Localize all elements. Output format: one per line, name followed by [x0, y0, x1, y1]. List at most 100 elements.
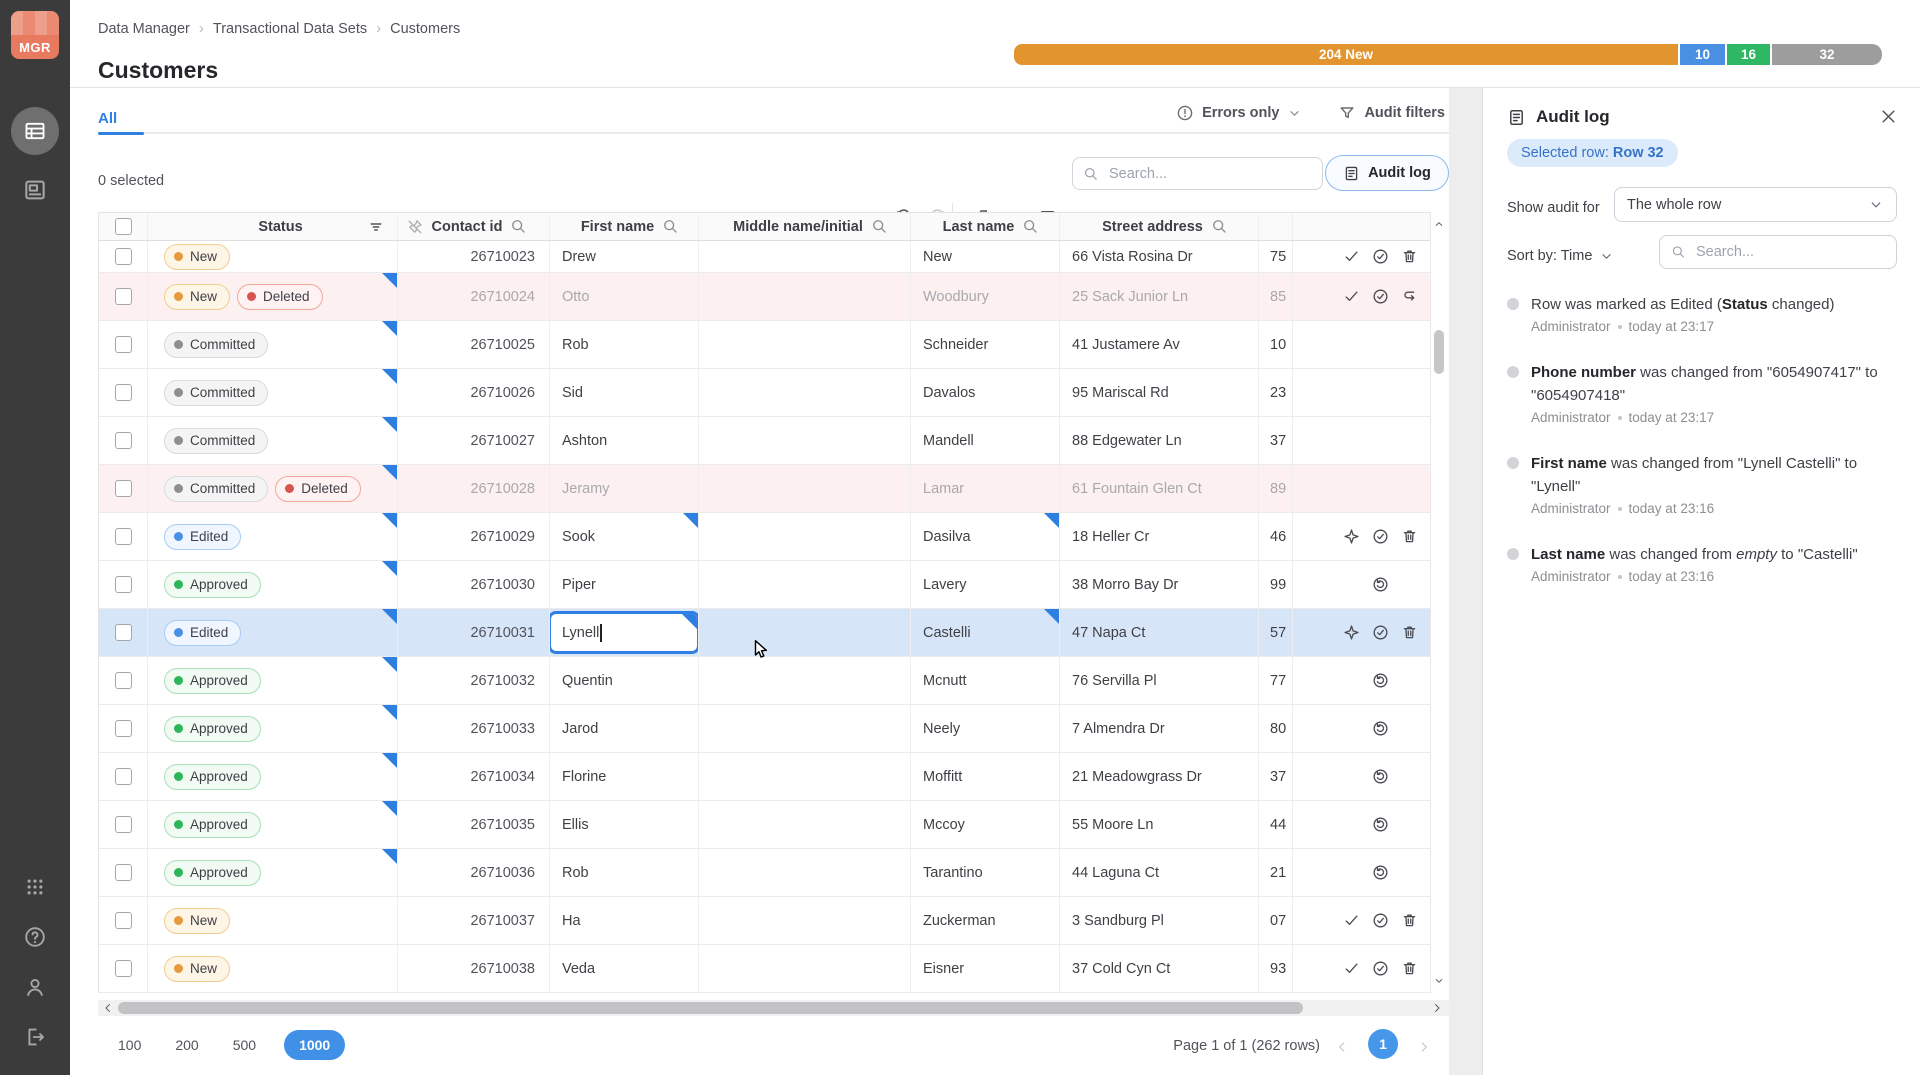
middle-name-cell[interactable]: [699, 945, 911, 992]
row-checkbox-cell[interactable]: [99, 897, 148, 944]
last-name-cell[interactable]: Schneider: [911, 321, 1060, 368]
search-icon[interactable]: [510, 218, 527, 235]
zip-cell[interactable]: 85: [1259, 273, 1293, 320]
table-row[interactable]: Edited26710031LynellCastelli47 Napa Ct57: [99, 609, 1430, 657]
row-checkbox-cell[interactable]: [99, 241, 148, 272]
cell-edit-box[interactable]: Lynell: [550, 611, 699, 654]
status-cell[interactable]: Committed: [148, 417, 398, 464]
column-header-last_name[interactable]: Last name: [911, 213, 1060, 240]
contact-id-cell[interactable]: 26710024: [398, 273, 550, 320]
contact-id-cell[interactable]: 26710032: [398, 657, 550, 704]
status-cell[interactable]: New: [148, 945, 398, 992]
contact-id-cell[interactable]: 26710033: [398, 705, 550, 752]
contact-id-cell[interactable]: 26710027: [398, 417, 550, 464]
page-size-option-1000[interactable]: 1000: [284, 1030, 345, 1060]
middle-name-cell[interactable]: [699, 897, 911, 944]
last-name-cell[interactable]: Moffitt: [911, 753, 1060, 800]
street-address-cell[interactable]: 38 Morro Bay Dr: [1060, 561, 1259, 608]
trash-action-icon[interactable]: [1401, 624, 1418, 641]
column-header-contact_id[interactable]: Contact id: [398, 213, 550, 240]
table-row[interactable]: NewDeleted26710024OttoWoodbury25 Sack Ju…: [99, 273, 1430, 321]
filter-lines-icon[interactable]: [367, 218, 385, 236]
zip-cell[interactable]: 77: [1259, 657, 1293, 704]
status-cell[interactable]: NewDeleted: [148, 273, 398, 320]
street-address-cell[interactable]: 18 Heller Cr: [1060, 513, 1259, 560]
row-checkbox-cell[interactable]: [99, 801, 148, 848]
middle-name-cell[interactable]: [699, 561, 911, 608]
status-cell[interactable]: New: [148, 897, 398, 944]
vertical-scrollbar[interactable]: [1430, 212, 1446, 993]
street-address-cell[interactable]: 47 Napa Ct: [1060, 609, 1259, 656]
zip-cell[interactable]: 57: [1259, 609, 1293, 656]
audit-filters-button[interactable]: Audit filters: [1338, 104, 1445, 122]
return-action-icon[interactable]: [1401, 288, 1418, 305]
first-name-cell[interactable]: Veda: [550, 945, 699, 992]
table-row[interactable]: Committed26710025RobSchneider41 Justamer…: [99, 321, 1430, 369]
scroll-down-icon[interactable]: [1433, 975, 1445, 987]
help-icon[interactable]: [23, 925, 47, 949]
contact-id-cell[interactable]: 26710028: [398, 465, 550, 512]
last-name-cell[interactable]: Davalos: [911, 369, 1060, 416]
breadcrumb-item[interactable]: Data Manager: [98, 21, 190, 37]
first-name-cell[interactable]: Sid: [550, 369, 699, 416]
first-name-cell[interactable]: Ashton: [550, 417, 699, 464]
middle-name-cell[interactable]: [699, 801, 911, 848]
table-row[interactable]: Edited26710029SookDasilva18 Heller Cr46: [99, 513, 1430, 561]
middle-name-cell[interactable]: [699, 369, 911, 416]
last-name-cell[interactable]: New: [911, 241, 1060, 272]
trash-action-icon[interactable]: [1401, 912, 1418, 929]
street-address-cell[interactable]: 66 Vista Rosina Dr: [1060, 241, 1259, 272]
status-cell[interactable]: CommittedDeleted: [148, 465, 398, 512]
street-address-cell[interactable]: 61 Fountain Glen Ct: [1060, 465, 1259, 512]
close-icon[interactable]: [1879, 107, 1898, 126]
table-row[interactable]: Approved26710033JarodNeely7 Almendra Dr8…: [99, 705, 1430, 753]
table-row[interactable]: Approved26710032QuentinMcnutt76 Servilla…: [99, 657, 1430, 705]
contact-id-cell[interactable]: 26710030: [398, 561, 550, 608]
middle-name-cell[interactable]: [699, 241, 911, 272]
contact-id-cell[interactable]: 26710036: [398, 849, 550, 896]
audit-search[interactable]: [1659, 235, 1897, 269]
last-name-cell[interactable]: Zuckerman: [911, 897, 1060, 944]
first-name-cell[interactable]: Jeramy: [550, 465, 699, 512]
first-name-cell[interactable]: Rob: [550, 321, 699, 368]
page-size-option-200[interactable]: 200: [169, 1030, 204, 1060]
middle-name-cell[interactable]: [699, 609, 911, 656]
row-checkbox-cell[interactable]: [99, 609, 148, 656]
check-action-icon[interactable]: [1343, 960, 1360, 977]
middle-name-cell[interactable]: [699, 273, 911, 320]
row-checkbox-cell[interactable]: [99, 369, 148, 416]
contact-id-cell[interactable]: 26710029: [398, 513, 550, 560]
first-name-cell[interactable]: Quentin: [550, 657, 699, 704]
check-action-icon[interactable]: [1343, 912, 1360, 929]
status-cell[interactable]: New: [148, 241, 398, 272]
street-address-cell[interactable]: 37 Cold Cyn Ct: [1060, 945, 1259, 992]
zip-cell[interactable]: 44: [1259, 801, 1293, 848]
table-row[interactable]: Approved26710034FlorineMoffitt21 Meadowg…: [99, 753, 1430, 801]
sidebar-item-datasets[interactable]: [22, 177, 48, 203]
row-checkbox[interactable]: [115, 960, 132, 977]
table-row[interactable]: CommittedDeleted26710028JeramyLamar61 Fo…: [99, 465, 1430, 513]
contact-id-cell[interactable]: 26710031: [398, 609, 550, 656]
middle-name-cell[interactable]: [699, 465, 911, 512]
zip-cell[interactable]: 75: [1259, 241, 1293, 272]
middle-name-cell[interactable]: [699, 321, 911, 368]
circle-check-action-icon[interactable]: [1372, 248, 1389, 265]
row-checkbox[interactable]: [115, 864, 132, 881]
zip-cell[interactable]: 99: [1259, 561, 1293, 608]
contact-id-cell[interactable]: 26710035: [398, 801, 550, 848]
pin-off-icon[interactable]: [406, 218, 424, 236]
row-checkbox[interactable]: [115, 624, 132, 641]
table-row[interactable]: New26710037HaZuckerman3 Sandburg Pl07: [99, 897, 1430, 945]
scroll-right-icon[interactable]: [1431, 1002, 1443, 1014]
horizontal-scroll-thumb[interactable]: [118, 1002, 1303, 1014]
row-checkbox[interactable]: [115, 720, 132, 737]
row-checkbox[interactable]: [115, 672, 132, 689]
prev-page-icon[interactable]: [1335, 1040, 1349, 1054]
table-row[interactable]: Approved26710035EllisMccoy55 Moore Ln44: [99, 801, 1430, 849]
middle-name-cell[interactable]: [699, 513, 911, 560]
row-checkbox[interactable]: [115, 768, 132, 785]
table-row[interactable]: Approved26710030PiperLavery38 Morro Bay …: [99, 561, 1430, 609]
select-all-checkbox[interactable]: [115, 218, 132, 235]
breadcrumb-item[interactable]: Transactional Data Sets: [213, 21, 367, 37]
table-search-input[interactable]: [1107, 165, 1312, 183]
